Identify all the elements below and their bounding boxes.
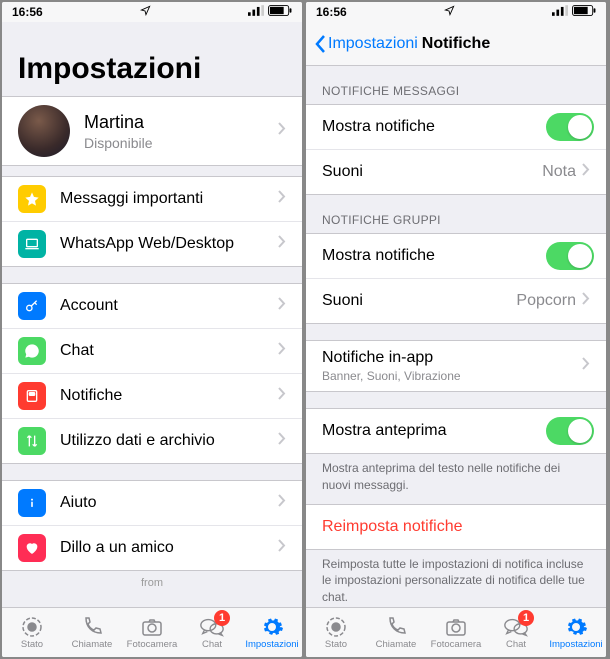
phone-icon <box>384 615 408 639</box>
chevron-right-icon <box>278 122 286 140</box>
battery-icon <box>572 5 596 19</box>
key-icon <box>18 292 46 320</box>
tab-calls[interactable]: Chiamate <box>62 608 122 657</box>
row-starred-messages[interactable]: Messaggi importanti <box>2 177 302 222</box>
group-1: Messaggi importanti WhatsApp Web/Desktop <box>2 176 302 267</box>
chevron-right-icon <box>278 387 286 405</box>
chat-badge: 1 <box>214 610 230 626</box>
camera-icon <box>444 615 468 639</box>
tab-status[interactable]: Stato <box>306 608 366 657</box>
gear-icon <box>260 615 284 639</box>
chevron-right-icon <box>278 297 286 315</box>
location-arrow-icon <box>444 5 455 19</box>
row-whatsapp-web[interactable]: WhatsApp Web/Desktop <box>2 222 302 266</box>
chevron-right-icon <box>278 432 286 450</box>
status-bar: 16:56 <box>2 2 302 22</box>
arrows-icon <box>18 427 46 455</box>
page-title: Impostazioni <box>2 22 302 96</box>
tab-chat[interactable]: 1 Chat <box>486 608 546 657</box>
location-arrow-icon <box>140 5 151 19</box>
row-data-usage[interactable]: Utilizzo dati e archivio <box>2 419 302 463</box>
group-3: Aiuto Dillo a un amico <box>2 480 302 571</box>
toggle-messages-show[interactable] <box>546 113 594 141</box>
phone-icon <box>80 615 104 639</box>
footer-reset: Reimposta tutte le impostazioni di notif… <box>306 550 606 607</box>
info-icon <box>18 489 46 517</box>
signal-icon <box>248 5 264 19</box>
nav-bar: Impostazioni Notifiche <box>306 22 606 66</box>
status-icon <box>20 615 44 639</box>
tab-status[interactable]: Stato <box>2 608 62 657</box>
from-link[interactable]: from <box>2 571 302 593</box>
profile-group: Martina Disponibile <box>2 96 302 166</box>
laptop-icon <box>18 230 46 258</box>
star-icon <box>18 185 46 213</box>
avatar <box>18 105 70 157</box>
status-bar: 16:56 <box>306 2 606 22</box>
chevron-left-icon <box>314 34 326 54</box>
chevron-right-icon <box>582 163 590 181</box>
group-messages: Mostra notifiche Suoni Nota <box>306 104 606 195</box>
row-groups-sounds[interactable]: Suoni Popcorn <box>306 279 606 323</box>
row-help[interactable]: Aiuto <box>2 481 302 526</box>
whatsapp-icon <box>18 337 46 365</box>
camera-icon <box>140 615 164 639</box>
chevron-right-icon <box>278 235 286 253</box>
detail-value: Nota <box>542 163 576 181</box>
tab-bar: Stato Chiamate Fotocamera 1 Chat Imposta… <box>2 607 302 657</box>
group-2: Account Chat Notifiche <box>2 283 302 464</box>
chevron-right-icon <box>278 190 286 208</box>
status-icon <box>324 615 348 639</box>
row-preview: Mostra anteprima <box>306 409 606 453</box>
row-inapp[interactable]: Notifiche in-app Banner, Suoni, Vibrazio… <box>306 341 606 391</box>
row-tell-friend[interactable]: Dillo a un amico <box>2 526 302 570</box>
detail-value: Popcorn <box>516 292 576 310</box>
tab-chat[interactable]: 1 Chat <box>182 608 242 657</box>
status-time: 16:56 <box>316 5 347 19</box>
tab-calls[interactable]: Chiamate <box>366 608 426 657</box>
notifications-screen: 16:56 Impostazioni Notifiche NOTIFICHE M… <box>306 2 606 657</box>
battery-icon <box>268 5 292 19</box>
chevron-right-icon <box>278 539 286 557</box>
row-messages-show: Mostra notifiche <box>306 105 606 150</box>
tab-settings[interactable]: Impostazioni <box>546 608 606 657</box>
notification-icon <box>18 382 46 410</box>
row-messages-sounds[interactable]: Suoni Nota <box>306 150 606 194</box>
chevron-right-icon <box>278 494 286 512</box>
chevron-right-icon <box>582 357 590 375</box>
tab-camera[interactable]: Fotocamera <box>122 608 182 657</box>
gear-icon <box>564 615 588 639</box>
settings-content: Impostazioni Martina Disponibile Messagg… <box>2 22 302 607</box>
back-button[interactable]: Impostazioni <box>314 34 418 54</box>
chevron-right-icon <box>582 292 590 310</box>
toggle-groups-show[interactable] <box>546 242 594 270</box>
section-header-groups: NOTIFICHE GRUPPI <box>306 195 606 233</box>
row-account[interactable]: Account <box>2 284 302 329</box>
toggle-preview[interactable] <box>546 417 594 445</box>
profile-name: Martina <box>84 112 278 133</box>
notifications-content: NOTIFICHE MESSAGGI Mostra notifiche Suon… <box>306 66 606 607</box>
settings-screen: 16:56 Impostazioni Martina Disponibile <box>2 2 302 657</box>
row-notifications[interactable]: Notifiche <box>2 374 302 419</box>
tab-bar: Stato Chiamate Fotocamera 1 Chat Imposta… <box>306 607 606 657</box>
group-reset: Reimposta notifiche <box>306 504 606 550</box>
status-time: 16:56 <box>12 5 43 19</box>
profile-row[interactable]: Martina Disponibile <box>2 97 302 165</box>
tab-camera[interactable]: Fotocamera <box>426 608 486 657</box>
row-chat[interactable]: Chat <box>2 329 302 374</box>
row-reset[interactable]: Reimposta notifiche <box>306 505 606 549</box>
row-groups-show: Mostra notifiche <box>306 234 606 279</box>
chat-badge: 1 <box>518 610 534 626</box>
footer-preview: Mostra anteprima del testo nelle notific… <box>306 454 606 504</box>
heart-icon <box>18 534 46 562</box>
group-inapp: Notifiche in-app Banner, Suoni, Vibrazio… <box>306 340 606 392</box>
section-header-messages: NOTIFICHE MESSAGGI <box>306 66 606 104</box>
group-preview: Mostra anteprima <box>306 408 606 454</box>
signal-icon <box>552 5 568 19</box>
chevron-right-icon <box>278 342 286 360</box>
group-groups: Mostra notifiche Suoni Popcorn <box>306 233 606 324</box>
profile-status: Disponibile <box>84 135 278 151</box>
tab-settings[interactable]: Impostazioni <box>242 608 302 657</box>
